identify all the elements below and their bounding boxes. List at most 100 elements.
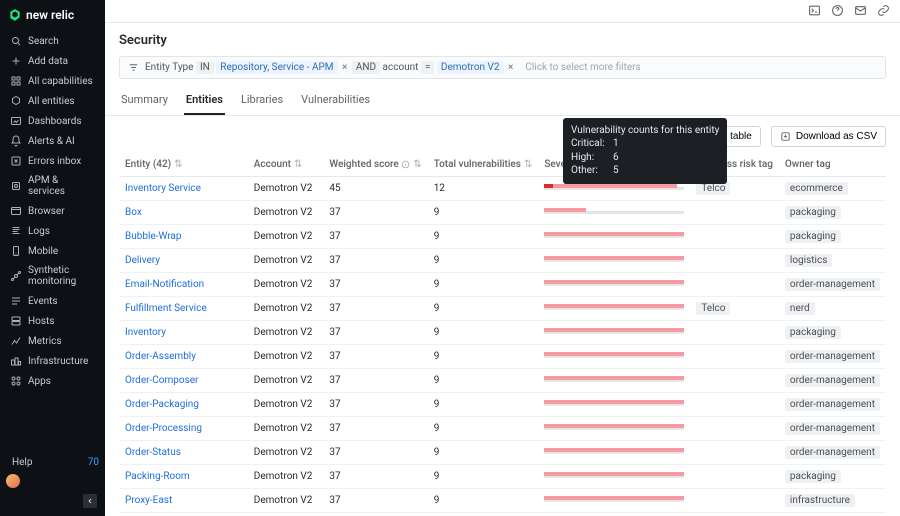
- entity-link[interactable]: Order-Assembly: [119, 344, 248, 368]
- entity-link[interactable]: Order-Packaging: [119, 392, 248, 416]
- sidebar-item-all-entities[interactable]: All entities: [4, 92, 101, 110]
- sidebar-item-hosts[interactable]: Hosts: [4, 312, 101, 330]
- cell-account: Demotron V2: [248, 440, 324, 464]
- sidebar-item-add-data[interactable]: Add data: [4, 52, 101, 70]
- sidebar-item-infrastructure[interactable]: Infrastructure: [4, 352, 101, 370]
- cell-score: 37: [323, 272, 427, 296]
- sidebar-item-metrics[interactable]: Metrics: [4, 332, 101, 350]
- cell-total-vuln: 9: [428, 512, 539, 516]
- entity-link[interactable]: Delivery: [119, 248, 248, 272]
- cell-total-vuln: 9: [428, 248, 539, 272]
- cell-account: Demotron V2: [248, 416, 324, 440]
- sidebar-item-label: Events: [28, 296, 58, 307]
- sidebar-item-search[interactable]: Search: [4, 32, 101, 50]
- download-csv-button[interactable]: Download as CSV: [771, 126, 886, 147]
- col-total-vuln[interactable]: Total vulnerabilities⇅: [428, 153, 539, 177]
- sidebar-item-logs[interactable]: Logs: [4, 222, 101, 240]
- col-entity[interactable]: Entity (42)⇅: [119, 153, 248, 177]
- cell-account: Demotron V2: [248, 248, 324, 272]
- table-row: BoxDemotron V2379packaging: [119, 200, 886, 224]
- col-weighted-score[interactable]: Weighted score ⇅: [323, 153, 427, 177]
- cell-owner-tag: packaging: [779, 464, 886, 488]
- entity-link[interactable]: Box: [119, 200, 248, 224]
- tab-vulnerabilities[interactable]: Vulnerabilities: [299, 87, 372, 115]
- sidebar-item-synthetic-monitoring[interactable]: Synthetic monitoring: [4, 262, 101, 290]
- cell-total-vuln: 9: [428, 440, 539, 464]
- sidebar-item-mobile[interactable]: Mobile: [4, 242, 101, 260]
- tab-libraries[interactable]: Libraries: [239, 87, 285, 115]
- tab-summary[interactable]: Summary: [119, 87, 170, 115]
- hex-icon: [10, 95, 22, 107]
- sidebar-item-all-capabilities[interactable]: All capabilities: [4, 72, 101, 90]
- sidebar-item-events[interactable]: Events: [4, 292, 101, 310]
- table-row: Order-AssemblyDemotron V2379order-manage…: [119, 344, 886, 368]
- sidebar-item-errors-inbox[interactable]: Errors inbox: [4, 152, 101, 170]
- table-row: InventoryDemotron V2379packaging: [119, 320, 886, 344]
- sidebar-item-label: Errors inbox: [28, 156, 81, 167]
- entity-link[interactable]: Email-Notification: [119, 272, 248, 296]
- help-icon[interactable]: [831, 4, 844, 17]
- sidebar-item-apm-services[interactable]: APM & services: [4, 172, 101, 200]
- cell-score: 37: [323, 488, 427, 512]
- infra-icon: [10, 355, 22, 367]
- filter-bar[interactable]: Entity Type IN Repository, Service - APM…: [119, 56, 886, 79]
- col-owner-tag[interactable]: Owner tag: [779, 153, 886, 177]
- entity-link[interactable]: Packing-Room: [119, 464, 248, 488]
- cell-score: 37: [323, 224, 427, 248]
- cell-owner-tag: packaging: [779, 320, 886, 344]
- col-account[interactable]: Account⇅: [248, 153, 324, 177]
- sidebar-item-alerts-ai[interactable]: Alerts & AI: [4, 132, 101, 150]
- table-row: Inventory ServiceDemotron V24512Telcoeco…: [119, 176, 886, 200]
- filter-chip[interactable]: Demotron V2: [437, 61, 504, 74]
- cell-severity: [538, 464, 690, 488]
- entity-link[interactable]: Bubble-Wrap: [119, 224, 248, 248]
- table-row: Email-NotificationDemotron V2379order-ma…: [119, 272, 886, 296]
- cell-score: 37: [323, 392, 427, 416]
- table-row: Fulfillment ServiceDemotron V2379Telcone…: [119, 296, 886, 320]
- cell-account: Demotron V2: [248, 368, 324, 392]
- entity-link[interactable]: Proxy-East: [119, 488, 248, 512]
- entity-link[interactable]: Order-Composer: [119, 368, 248, 392]
- table-row: DeliveryDemotron V2379logistics: [119, 248, 886, 272]
- cell-owner-tag: order-management: [779, 272, 886, 296]
- main: Security Entity Type IN Repository, Serv…: [105, 0, 900, 516]
- filter-key: account: [383, 62, 419, 73]
- cell-risk-tag: [690, 200, 779, 224]
- cell-severity: [538, 320, 690, 344]
- table-row: Order-PackagingDemotron V2379order-manag…: [119, 392, 886, 416]
- entity-link[interactable]: Inventory: [119, 320, 248, 344]
- browser-icon: [10, 205, 22, 217]
- sidebar-item-dashboards[interactable]: Dashboards: [4, 112, 101, 130]
- cell-risk-tag: [690, 416, 779, 440]
- entity-link[interactable]: Order-Processing: [119, 416, 248, 440]
- filter-chip[interactable]: Repository, Service - APM: [216, 61, 337, 74]
- brand[interactable]: new relic: [0, 0, 105, 32]
- sidebar-item-browser[interactable]: Browser: [4, 202, 101, 220]
- terminal-icon[interactable]: [808, 4, 821, 17]
- dash-icon: [10, 115, 22, 127]
- plus-icon: [10, 55, 22, 67]
- cell-score: 37: [323, 296, 427, 320]
- cell-risk-tag: [690, 368, 779, 392]
- tab-entities[interactable]: Entities: [184, 87, 225, 115]
- page-title: Security: [105, 23, 900, 56]
- filter-remove[interactable]: ×: [340, 62, 349, 73]
- sidebar-item-apps[interactable]: Apps: [4, 372, 101, 390]
- cell-score: 37: [323, 320, 427, 344]
- filter-operator: IN: [196, 61, 214, 74]
- entity-link[interactable]: Order-Status: [119, 440, 248, 464]
- sidebar-item-label: Infrastructure: [28, 356, 88, 367]
- entity-link[interactable]: Proxy-West: [119, 512, 248, 516]
- avatar[interactable]: [6, 474, 20, 488]
- link-icon[interactable]: [877, 4, 890, 17]
- mail-icon[interactable]: [854, 4, 867, 17]
- sidebar-item-label: Add data: [28, 56, 68, 67]
- cell-account: Demotron V2: [248, 224, 324, 248]
- collapse-sidebar-button[interactable]: [83, 494, 97, 508]
- entity-link[interactable]: Inventory Service: [119, 176, 248, 200]
- entity-link[interactable]: Fulfillment Service: [119, 296, 248, 320]
- table-row: Proxy-EastDemotron V2379infrastructure: [119, 488, 886, 512]
- filter-remove[interactable]: ×: [506, 62, 515, 73]
- help-link[interactable]: Help 70: [6, 457, 99, 468]
- cell-total-vuln: 9: [428, 488, 539, 512]
